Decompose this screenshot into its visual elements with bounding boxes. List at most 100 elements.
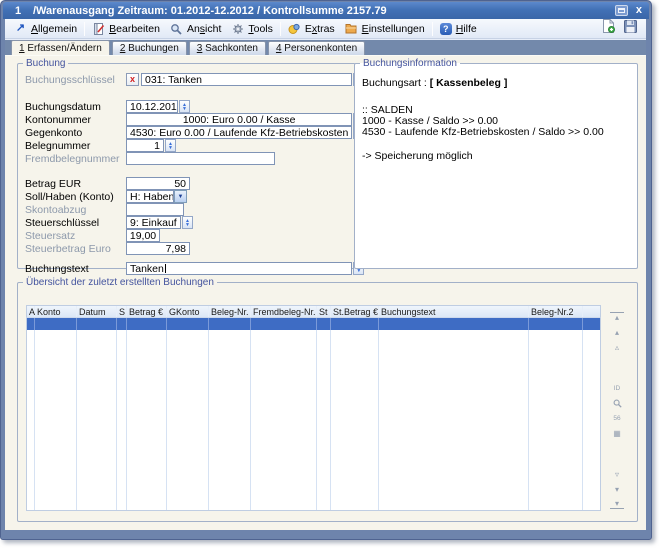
buchungsschluessel-label: Buchungsschlüssel (25, 74, 126, 86)
column-header-beleg-nr[interactable]: Beleg-Nr. (209, 306, 251, 317)
app-window: 1 /Warenausgang Zeitraum: 01.2012-12.201… (0, 0, 652, 540)
window-frame: ↗ Allgemein Bearbeiten Ansicht T (5, 19, 646, 530)
buchungsinformation-legend: Buchungsinformation (360, 58, 460, 69)
kontonummer-label: Kontonummer (25, 114, 126, 126)
chevron-down-icon[interactable]: ▼ (174, 190, 187, 203)
buchungstext-label: Buchungstext (25, 263, 126, 275)
grid-side-toolbar: ▴ ▴ ▵ ID 56 ▦ ▿ ▾ ▾ (609, 312, 625, 509)
column-header-a[interactable]: A (27, 306, 35, 317)
menubar-right-tools (602, 19, 642, 38)
belegnummer-label: Belegnummer (25, 140, 126, 152)
column-header-gkonto[interactable]: GKonto (167, 306, 209, 317)
page-down-icon[interactable]: ▾ (610, 484, 624, 494)
goto-first-row-icon[interactable]: ▴ (610, 312, 624, 322)
buchungsdatum-label: Buchungsdatum (25, 101, 126, 113)
uebersicht-groupbox: Übersicht der zuletzt erstellten Buchung… (17, 277, 638, 522)
column-header-filler (583, 306, 600, 317)
view-magnifier-icon (170, 22, 183, 35)
belegnummer-spinner[interactable] (165, 139, 176, 152)
column-header-fremdbeleg-nr[interactable]: Fremdbeleg-Nr. (251, 306, 317, 317)
menu-item-ansicht[interactable]: Ansicht (165, 20, 226, 38)
kontonummer-input[interactable]: 1000: Euro 0.00 / Kasse (126, 113, 352, 126)
gegenkonto-input[interactable]: 4530: Euro 0.00 / Laufende Kfz-Betriebsk… (126, 126, 352, 139)
menu-item-bearbeiten[interactable]: Bearbeiten (87, 20, 165, 38)
search-icon[interactable] (610, 398, 624, 408)
goto-last-row-icon[interactable]: ▾ (610, 499, 624, 509)
fremdbelegnummer-label: Fremdbelegnummer (25, 153, 126, 165)
steuerbetrag-label: Steuerbetrag Euro (25, 243, 126, 255)
text-caret (165, 264, 166, 273)
buchungsart-value: [ Kassenbeleg ] (430, 77, 508, 89)
tab-personenkonten[interactable]: 4 Personenkonten (268, 41, 365, 55)
menu-item-hilfe[interactable]: ? Hilfe (435, 20, 482, 38)
grid-options-icon[interactable]: ▦ (610, 428, 624, 438)
content-area: 1 Erfassen/Ändern 2 Buchungen 3 Sachkont… (5, 40, 646, 530)
buchung-legend: Buchung (23, 58, 68, 69)
belegnummer-input[interactable]: 1 (126, 139, 164, 152)
gear-icon (231, 22, 244, 35)
buchungstext-input[interactable]: Tanken (126, 262, 352, 275)
fremdbelegnummer-input[interactable] (126, 152, 275, 165)
row-down-icon[interactable]: ▿ (610, 469, 624, 479)
column-header-st[interactable]: St (317, 306, 331, 317)
tab-sachkonten[interactable]: 3 Sachkonten (189, 41, 266, 55)
menu-item-tools[interactable]: Tools (226, 20, 278, 38)
column-header-datum[interactable]: Datum (77, 306, 117, 317)
clear-buchungsschluessel-icon[interactable]: x (126, 73, 139, 86)
row-count-icon[interactable]: 56 (610, 413, 624, 423)
steuerbetrag-input[interactable]: 7,98 (126, 242, 190, 255)
save-icon[interactable] (624, 20, 637, 38)
window-title: /Warenausgang Zeitraum: 01.2012-12.2012 … (33, 5, 615, 17)
tab-page-erfassen: Buchung Buchungsschlüssel x 031: Tanken … (5, 55, 646, 530)
steuerschluessel-spinner[interactable] (182, 216, 193, 229)
skontoabzug-label: Skontoabzug (25, 204, 126, 216)
column-header-s[interactable]: S (117, 306, 127, 317)
column-header-beleg-nr-2[interactable]: Beleg-Nr.2 (529, 306, 583, 317)
new-document-icon[interactable] (602, 19, 615, 38)
steuersatz-label: Steuersatz (25, 230, 126, 242)
window-number: 1 (15, 5, 33, 17)
tab-erfassen-aendern[interactable]: 1 Erfassen/Ändern (11, 40, 110, 55)
status-text: -> Speicherung möglich (362, 151, 630, 162)
skontoabzug-input[interactable] (126, 203, 184, 216)
buchungsschluessel-input[interactable]: 031: Tanken (141, 73, 352, 86)
column-header-st-betrag[interactable]: St.Betrag € (331, 306, 379, 317)
menu-item-extras[interactable]: Extras (283, 20, 340, 38)
uebersicht-legend: Übersicht der zuletzt erstellten Buchung… (23, 277, 217, 288)
steuerschluessel-input[interactable]: 9: Einkauf zu (126, 216, 181, 229)
buchungsinformation-groupbox: Buchungsinformation Buchungsart : [ Kass… (354, 58, 638, 269)
column-header-betrag[interactable]: Betrag € (127, 306, 167, 317)
help-icon: ? (440, 23, 452, 35)
menu-separator (84, 22, 85, 36)
nav-arrow-icon: ↗ (14, 22, 27, 35)
steuersatz-input[interactable]: 19,00 (126, 229, 160, 242)
menu-item-einstellungen[interactable]: Einstellungen (340, 20, 430, 38)
extras-icon (288, 22, 301, 35)
menu-separator (432, 22, 433, 36)
buchungsdatum-spinner[interactable] (179, 100, 190, 113)
record-id-icon[interactable]: ID (610, 383, 624, 393)
buchungen-grid: A Konto Datum S Betrag € GKonto Beleg-Nr… (26, 305, 601, 511)
buchungsdatum-input[interactable]: 10.12.2012 /Mo (126, 100, 178, 113)
column-header-konto[interactable]: Konto (35, 306, 77, 317)
selected-row[interactable] (26, 318, 601, 330)
menu-separator (280, 22, 281, 36)
menubar: ↗ Allgemein Bearbeiten Ansicht T (5, 19, 646, 39)
tab-buchungen[interactable]: 2 Buchungen (112, 41, 187, 55)
saldo-line: 4530 - Laufende Kfz-Betriebskosten / Sal… (362, 127, 630, 138)
menu-item-allgemein[interactable]: ↗ Allgemein (9, 20, 82, 38)
tabstrip: 1 Erfassen/Ändern 2 Buchungen 3 Sachkont… (5, 40, 646, 55)
buchungsinformation-text: Buchungsart : [ Kassenbeleg ] :: SALDEN … (355, 69, 637, 171)
edit-icon (92, 22, 105, 35)
steuerschluessel-label: Steuerschlüssel (25, 217, 126, 229)
row-up-icon[interactable]: ▵ (610, 342, 624, 352)
restore-window-icon[interactable] (615, 5, 628, 16)
close-icon[interactable]: x (636, 5, 642, 16)
betrag-input[interactable]: 50 (126, 177, 190, 190)
settings-folder-icon (345, 22, 358, 35)
column-header-buchungstext[interactable]: Buchungstext (379, 306, 529, 317)
page-up-icon[interactable]: ▴ (610, 327, 624, 337)
sollhaben-select[interactable]: H: Haben (126, 190, 174, 203)
gegenkonto-label: Gegenkonto (25, 127, 126, 139)
grid-body (26, 330, 601, 511)
